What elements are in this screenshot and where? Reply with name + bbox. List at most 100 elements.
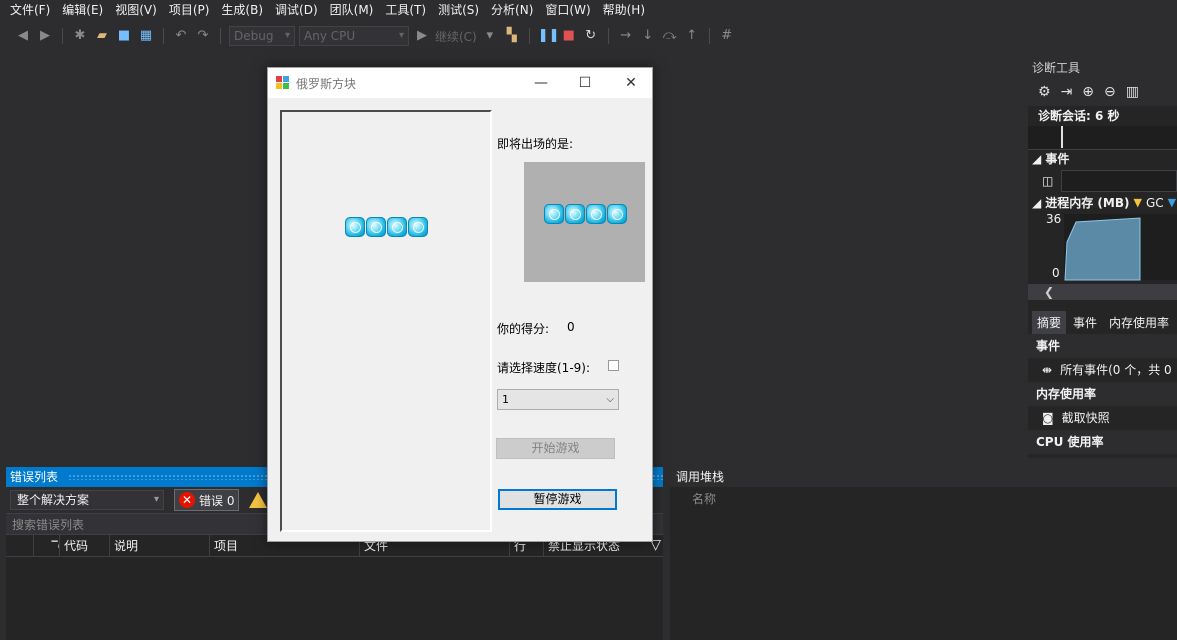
forward-icon[interactable]: ▶	[36, 27, 54, 45]
stop-icon[interactable]: ■	[560, 27, 578, 45]
game-board[interactable]	[280, 110, 492, 532]
menu-item-5[interactable]: 调试(D)	[269, 0, 324, 20]
process-icon[interactable]: ▚	[503, 27, 521, 45]
tab-memory-usage[interactable]: 内存使用率	[1104, 311, 1174, 334]
export-icon[interactable]: ⇥	[1061, 84, 1073, 100]
zoom-in-icon[interactable]: ⊕	[1082, 84, 1094, 100]
session-timeline[interactable]	[1028, 126, 1177, 150]
menu-bar: 文件(F) 编辑(E) 视图(V) 项目(P) 生成(B) 调试(D) 团队(M) 工具(T)…	[0, 0, 1177, 20]
diagnostic-tabs: 摘要 事件 内存使用率	[1028, 306, 1177, 334]
events-icon: ⇼	[1042, 363, 1053, 377]
warning-icon[interactable]	[249, 492, 268, 508]
memory-header-label: 进程内存 (MB)	[1045, 196, 1130, 210]
toolbar-separator	[62, 28, 63, 44]
new-project-icon[interactable]: ✱	[71, 27, 89, 45]
chevron-down-icon: ⌵	[606, 394, 614, 405]
toolbar-separator	[163, 28, 164, 44]
save-icon[interactable]: ■	[115, 27, 133, 45]
score-value: 0	[567, 320, 575, 334]
menu-item-6[interactable]: 团队(M)	[324, 0, 380, 20]
preview-block	[607, 204, 627, 224]
speed-select-value: 1	[502, 393, 509, 406]
menu-item-2[interactable]: 视图(V)	[109, 0, 163, 20]
column-description[interactable]: 说明	[110, 534, 210, 557]
tetromino-block	[408, 217, 428, 237]
next-piece-label: 即将出场的是:	[497, 137, 574, 151]
play-icon[interactable]: ▶	[413, 27, 431, 45]
call-stack-name-column[interactable]: 名称	[670, 487, 1177, 511]
all-events-link[interactable]: ⇼ 所有事件(0 个，共 0	[1028, 358, 1177, 382]
memory-section-header[interactable]: ◢ 进程内存 (MB) ▼ GC ▼	[1028, 194, 1177, 212]
close-icon[interactable]: ✕	[608, 68, 654, 98]
back-icon[interactable]: ◀	[14, 27, 32, 45]
restart-icon[interactable]: ↻	[582, 27, 600, 45]
menu-item-7[interactable]: 工具(T)	[379, 0, 432, 20]
preview-block	[586, 204, 606, 224]
menu-item-10[interactable]: 窗口(W)	[539, 0, 596, 20]
gc-marker-icon: ▼	[1133, 196, 1142, 209]
speed-select[interactable]: 1 ⌵	[497, 389, 619, 410]
redo-icon[interactable]: ↷	[194, 27, 212, 45]
menu-item-1[interactable]: 编辑(E)	[56, 0, 109, 20]
step-out-icon[interactable]: ↑	[683, 27, 701, 45]
undo-icon[interactable]: ↶	[172, 27, 190, 45]
next-piece-preview	[524, 162, 645, 282]
menu-item-9[interactable]: 分析(N)	[485, 0, 539, 20]
app-icon	[276, 76, 290, 90]
menu-item-11[interactable]: 帮助(H)	[597, 0, 651, 20]
toolbar-separator	[708, 28, 710, 44]
all-events-label: 所有事件(0 个，共 0	[1060, 363, 1172, 377]
show-next-statement-icon[interactable]: →	[617, 27, 635, 45]
menu-item-0[interactable]: 文件(F)	[4, 0, 56, 20]
speed-checkbox[interactable]	[608, 360, 619, 371]
tetromino-block	[366, 217, 386, 237]
step-over-icon[interactable]: ⤼	[661, 27, 679, 45]
take-snapshot-button[interactable]: ◙ 截取快照	[1028, 406, 1177, 430]
hex-display-icon[interactable]: #	[718, 27, 736, 45]
platform-combo[interactable]: Any CPU	[299, 26, 409, 46]
pause-game-button[interactable]: 暂停游戏	[498, 489, 617, 510]
diagnostic-session: 诊断会话: 6 秒	[1028, 106, 1177, 126]
continue-button[interactable]: 继续(C)	[435, 28, 477, 45]
tab-events[interactable]: 事件	[1068, 311, 1102, 334]
errors-count-label: 错误 0	[199, 493, 235, 508]
step-into-icon[interactable]: ↓	[639, 27, 657, 45]
zoom-out-icon[interactable]: ⊖	[1104, 84, 1116, 100]
menu-item-8[interactable]: 测试(S)	[432, 0, 485, 20]
tab-summary[interactable]: 摘要	[1032, 311, 1067, 334]
menu-item-4[interactable]: 生成(B)	[215, 0, 269, 20]
open-folder-icon[interactable]: ▰	[93, 27, 111, 45]
minimize-icon[interactable]: —	[518, 68, 564, 98]
configuration-combo[interactable]: Debug	[229, 26, 295, 46]
tetromino-block	[387, 217, 407, 237]
chevron-down-icon[interactable]: ▾	[481, 27, 499, 45]
take-snapshot-label: 截取快照	[1061, 411, 1110, 425]
toolbar-separator	[528, 28, 530, 44]
timeline-tick	[1061, 126, 1063, 148]
events-block-header: 事件	[1028, 334, 1177, 358]
memory-graph	[1064, 214, 1177, 281]
events-track[interactable]	[1061, 170, 1177, 192]
toolbar-separator	[607, 28, 609, 44]
sort-icon[interactable]: ▔ₗ	[34, 534, 60, 557]
column-code[interactable]: 代码	[60, 534, 110, 557]
save-all-icon[interactable]: ▦	[137, 27, 155, 45]
events-section-header[interactable]: ◢ 事件	[1028, 150, 1177, 168]
pause-icon[interactable]: ❚❚	[538, 27, 560, 45]
call-stack-title: 调用堆栈	[670, 467, 1177, 487]
maximize-icon[interactable]: ☐	[562, 68, 608, 98]
menu-item-3[interactable]: 项目(P)	[163, 0, 216, 20]
errors-filter-button[interactable]: ✕ 错误 0	[174, 489, 240, 511]
gear-icon[interactable]: ⚙	[1038, 84, 1051, 100]
call-stack-panel: 调用堆栈 名称	[670, 467, 1177, 640]
memory-block-header: 内存使用率	[1028, 382, 1177, 406]
column-icon[interactable]	[6, 534, 34, 557]
preview-block	[544, 204, 564, 224]
timeline-scrollbar[interactable]: ❮	[1028, 284, 1177, 300]
diagnostic-tools-panel: 诊断工具 ⚙ ⇥ ⊕ ⊖ ▥ 诊断会话: 6 秒 ◢ 事件 ◫ ◢ 进程内存 (…	[1028, 58, 1177, 458]
window-titlebar[interactable]: 俄罗斯方块 — ☐ ✕	[268, 68, 652, 98]
reset-zoom-icon[interactable]: ▥	[1126, 84, 1139, 100]
toolbar-separator	[220, 28, 221, 44]
scope-combo[interactable]: 整个解决方案	[10, 490, 164, 510]
start-game-button[interactable]: 开始游戏	[496, 438, 615, 459]
